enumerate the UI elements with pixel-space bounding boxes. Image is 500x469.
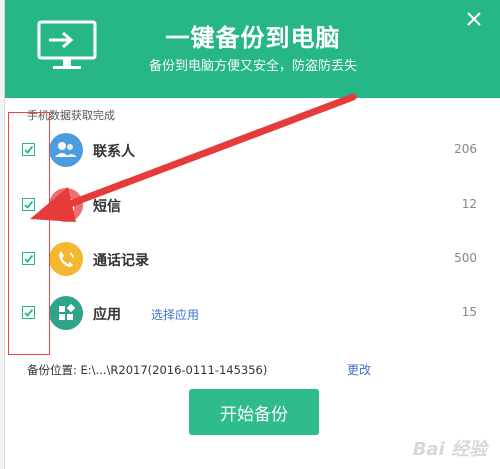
annotation-arrow [30, 93, 357, 222]
